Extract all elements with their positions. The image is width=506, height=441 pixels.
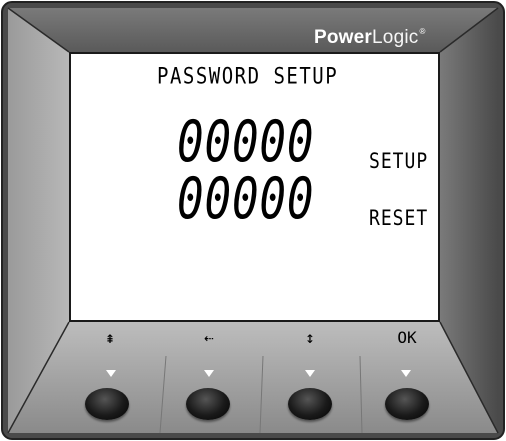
back-arrow-icon: ⇠ [204, 328, 214, 347]
up-button[interactable] [85, 388, 129, 420]
softkey-label-ok: OK [377, 328, 437, 347]
pointer-triangle-3 [305, 370, 315, 377]
screen-title: PASSWORD SETUP [157, 64, 339, 90]
plus-minus-icon: ↕ [305, 328, 315, 347]
password-setup-value: 00000 [177, 108, 315, 175]
softkey-label-up: ⇞ [80, 328, 140, 347]
password-reset-value: 00000 [177, 165, 315, 232]
pointer-triangle-2 [204, 370, 214, 377]
plus-minus-button[interactable] [288, 388, 332, 420]
back-button[interactable] [186, 388, 230, 420]
pointer-triangle-4 [401, 370, 411, 377]
softkey-label-plus-minus: ↕ [280, 328, 340, 347]
pointer-triangle-1 [106, 370, 116, 377]
brand-name-bold: Power [314, 27, 373, 48]
brand-registered-mark: ® [419, 27, 426, 36]
softkey-divider [71, 320, 438, 321]
setup-label: SETUP [369, 149, 429, 175]
ok-label: OK [397, 328, 417, 347]
up-to-top-icon: ⇞ [105, 328, 115, 347]
brand-logo: PowerLogic® [314, 27, 464, 51]
brand-name-light: Logic [372, 27, 419, 48]
lcd-screen: PASSWORD SETUP 00000 00000 SETUP RESET [69, 52, 440, 322]
reset-label: RESET [369, 206, 429, 232]
meter-device: PowerLogic® PASSWORD SETUP 00000 00000 S… [0, 0, 506, 441]
ok-button[interactable] [385, 388, 429, 420]
softkey-label-back: ⇠ [179, 328, 239, 347]
